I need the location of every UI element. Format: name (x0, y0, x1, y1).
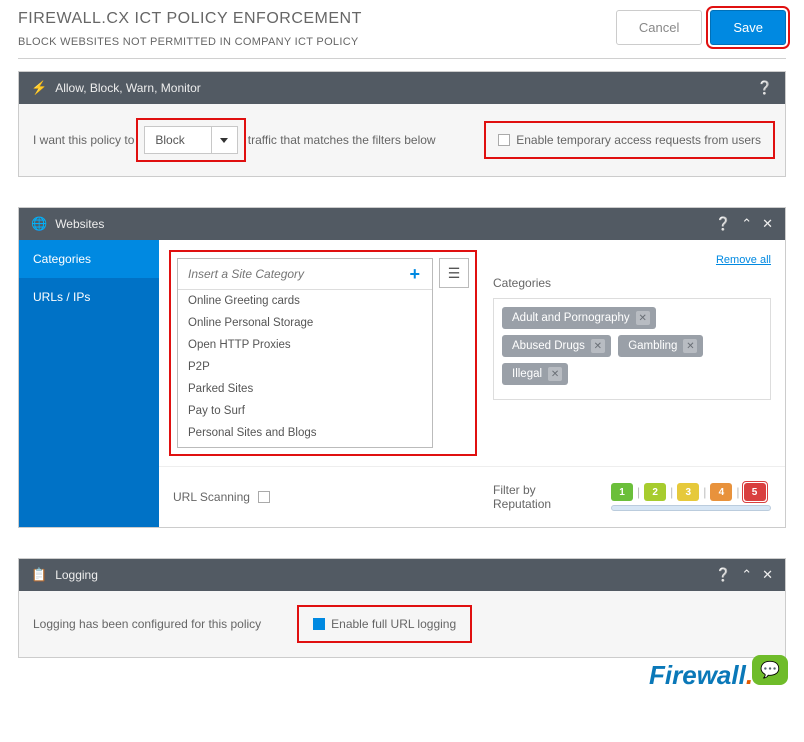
full-url-logging-label: Enable full URL logging (331, 617, 456, 631)
remove-tag-icon[interactable]: ✕ (548, 367, 562, 381)
policy-action-panel: ⚡ Allow, Block, Warn, Monitor ❔ I want t… (18, 71, 786, 177)
help-icon[interactable]: ❔ (715, 567, 731, 583)
add-category-button[interactable]: + (403, 264, 426, 285)
policy-action-select[interactable]: Block (144, 126, 237, 154)
category-list[interactable]: Online Greeting cards Online Personal St… (178, 290, 432, 447)
collapse-icon[interactable]: ⌃ (741, 567, 752, 583)
temp-access-checkbox[interactable] (498, 134, 510, 146)
tab-categories[interactable]: Categories (19, 240, 159, 278)
bolt-icon: ⚡ (31, 80, 47, 96)
list-item[interactable]: P2P (178, 356, 432, 378)
rep-5[interactable]: 5 (744, 483, 766, 501)
full-url-logging-checkbox[interactable] (313, 618, 325, 630)
rep-2[interactable]: 2 (644, 483, 666, 501)
panel-title: Websites (55, 217, 104, 231)
reputation-levels: 1| 2| 3| 4| 5 (611, 483, 771, 501)
list-item[interactable]: Open HTTP Proxies (178, 334, 432, 356)
globe-icon: 🌐 (31, 216, 47, 232)
help-icon[interactable]: ❔ (715, 216, 731, 232)
rep-3[interactable]: 3 (677, 483, 699, 501)
sort-button[interactable]: ☰ (439, 258, 469, 288)
list-item[interactable]: Personal Sites and Blogs (178, 422, 432, 444)
list-item[interactable]: Pay to Surf (178, 400, 432, 422)
brand-logo: Firewall.cx (18, 660, 786, 691)
panel-title: Allow, Block, Warn, Monitor (55, 81, 201, 95)
rep-4[interactable]: 4 (710, 483, 732, 501)
category-search-input[interactable] (184, 263, 403, 285)
tag: Abused Drugs✕ (502, 335, 611, 357)
policy-text-post: traffic that matches the filters below (248, 133, 436, 147)
rep-1[interactable]: 1 (611, 483, 633, 501)
collapse-icon[interactable]: ⌃ (741, 216, 752, 232)
save-button[interactable]: Save (710, 10, 786, 45)
logging-status-text: Logging has been configured for this pol… (33, 617, 261, 631)
list-item[interactable]: Parked Sites (178, 378, 432, 400)
url-scanning-label: URL Scanning (173, 490, 250, 504)
tab-urls[interactable]: URLs / IPs (19, 278, 159, 316)
remove-tag-icon[interactable]: ✕ (683, 339, 697, 353)
list-item[interactable]: Online Personal Storage (178, 312, 432, 334)
remove-tag-icon[interactable]: ✕ (591, 339, 605, 353)
logging-panel: 📋 Logging ❔ ⌃ ✕ Logging has been configu… (18, 558, 786, 658)
selected-categories-label: Categories (493, 276, 771, 290)
selected-categories-box: Adult and Pornography✕ Abused Drugs✕ Gam… (493, 298, 771, 400)
close-icon[interactable]: ✕ (762, 567, 773, 583)
list-item[interactable]: Online Greeting cards (178, 290, 432, 312)
filter-reputation-label: Filter by Reputation (493, 483, 591, 511)
tag: Adult and Pornography✕ (502, 307, 656, 329)
list-item[interactable]: Philosophy and Political Advocacy (178, 444, 432, 447)
page-subtitle: BLOCK WEBSITES NOT PERMITTED IN COMPANY … (18, 36, 616, 48)
temp-access-label: Enable temporary access requests from us… (516, 133, 761, 147)
reputation-slider[interactable] (611, 505, 771, 511)
chevron-down-icon (211, 127, 237, 153)
chat-fab[interactable]: 💬 (752, 655, 788, 685)
websites-sidebar: Categories URLs / IPs (19, 240, 159, 527)
remove-tag-icon[interactable]: ✕ (636, 311, 650, 325)
cancel-button[interactable]: Cancel (616, 10, 702, 45)
websites-panel: 🌐 Websites ❔ ⌃ ✕ Categories URLs / IPs (18, 207, 786, 528)
close-icon[interactable]: ✕ (762, 216, 773, 232)
url-scanning-checkbox[interactable] (258, 491, 270, 503)
tag: Illegal✕ (502, 363, 568, 385)
remove-all-link[interactable]: Remove all (716, 254, 771, 266)
clipboard-icon: 📋 (31, 567, 47, 583)
panel-title: Logging (55, 568, 98, 582)
page-title: FIREWALL.CX ICT POLICY ENFORCEMENT (18, 10, 616, 28)
help-icon[interactable]: ❔ (757, 80, 773, 96)
tag: Gambling✕ (618, 335, 703, 357)
policy-text-pre: I want this policy to (33, 133, 134, 147)
divider (18, 58, 786, 59)
